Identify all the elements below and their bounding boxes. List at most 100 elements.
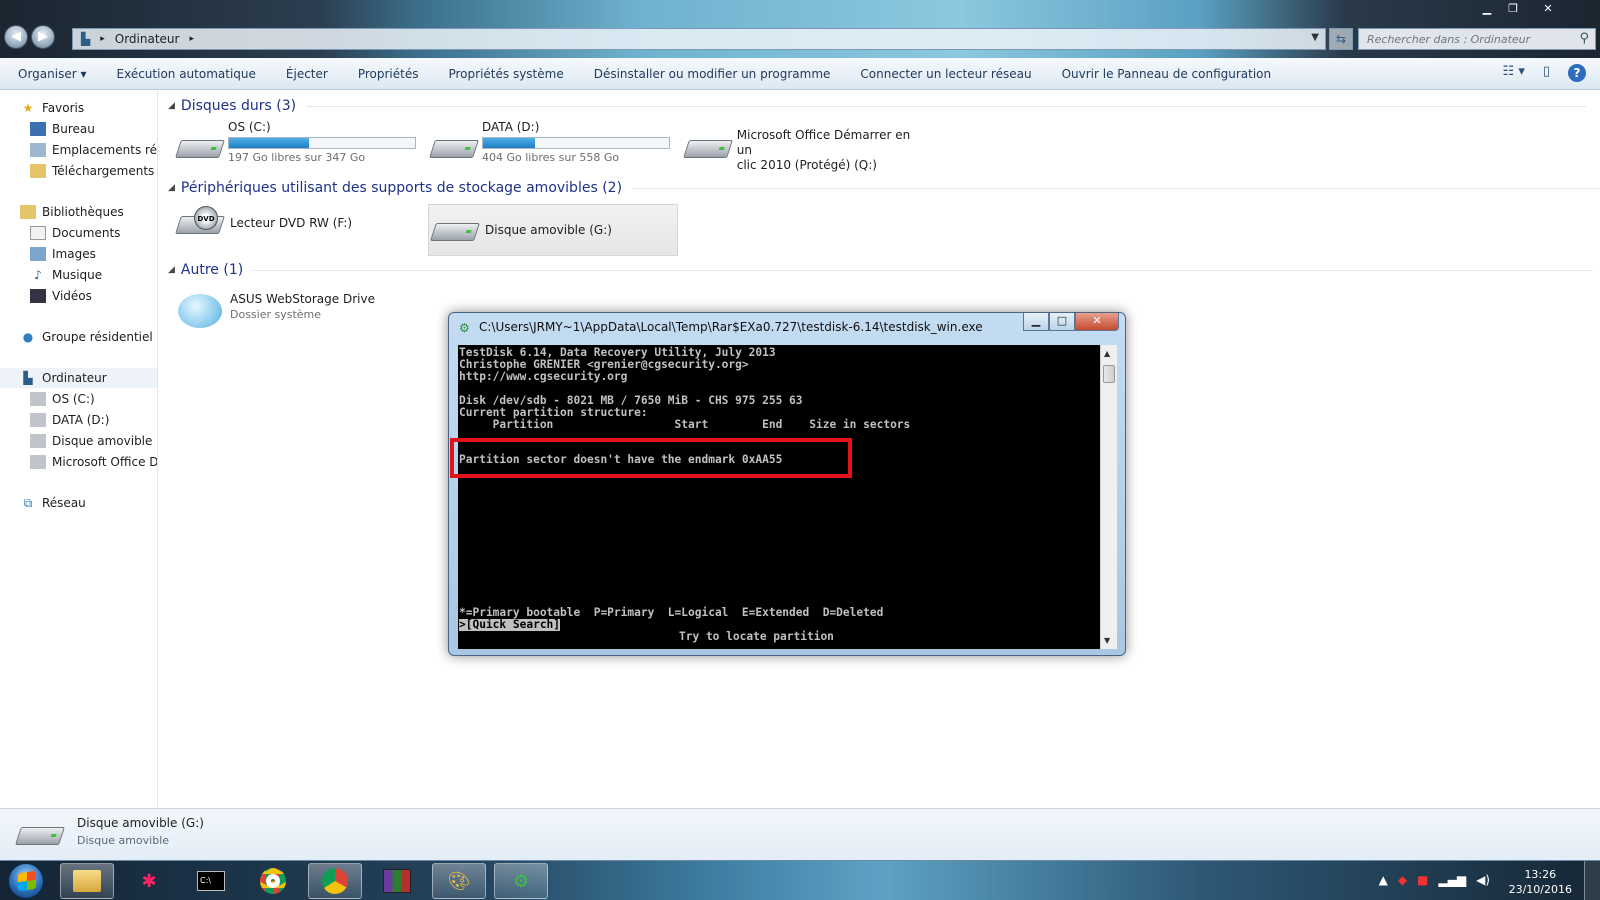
sidebar-item-music[interactable]: ♪ Musique [30, 265, 102, 285]
map-network-drive-button[interactable]: Connecter un lecteur réseau [860, 67, 1031, 81]
forward-button[interactable]: ▶ [31, 25, 55, 49]
search-input[interactable] [1359, 29, 1569, 49]
group-header-hard-disks[interactable]: ◢ Disques durs (3) [168, 98, 1587, 114]
details-pane: Disque amovible (G:) Disque amovible [0, 808, 1600, 860]
chrome-icon [322, 868, 348, 894]
properties-button[interactable]: Propriétés [358, 67, 419, 81]
search-box[interactable]: ⚲ [1358, 28, 1596, 50]
collapse-triangle-icon[interactable]: ◢ [168, 101, 175, 111]
console-scrollbar[interactable]: ▲ ▼ [1100, 345, 1117, 649]
sidebar-item-drive-c[interactable]: OS (C:) [30, 389, 95, 409]
sidebar-item-favorites[interactable]: ★ Favoris [20, 98, 85, 118]
chrome-taskbar-button-2[interactable] [308, 863, 362, 899]
maximize-button[interactable]: ❐ [1500, 0, 1526, 18]
address-bar[interactable]: ▙ ▸ Ordinateur ▸ ▼ [72, 28, 1326, 50]
testdisk-console-window[interactable]: ⚙ C:\Users\JRMY~1\AppData\Local\Temp\Rar… [448, 312, 1126, 656]
sidebar-item-network[interactable]: ⧉ Réseau [20, 493, 86, 513]
windows-logo-icon [18, 870, 36, 892]
group-header-removable[interactable]: ◢ Périphériques utilisant des supports d… [168, 180, 1600, 196]
refresh-button[interactable]: ⇆ [1329, 28, 1353, 50]
drive-item-q[interactable]: Microsoft Office Démarrer en un clic 201… [683, 128, 924, 180]
drive-name: Microsoft Office Démarrer en un [736, 128, 911, 157]
sidebar-item-documents[interactable]: Documents [30, 223, 120, 243]
drive-name-line2: clic 2010 (Protégé) (Q:) [736, 158, 877, 172]
collapse-triangle-icon[interactable]: ◢ [168, 183, 175, 193]
dvd-drive-icon: DVD [175, 206, 225, 240]
console-maximize-button[interactable]: □ [1049, 313, 1075, 331]
sidebar-item-videos[interactable]: Vidéos [30, 286, 92, 306]
hard-drive-icon [30, 455, 46, 469]
chevron-down-icon[interactable]: ▼ [1311, 32, 1319, 43]
drive-item-g[interactable]: Disque amovible (G:) [428, 204, 678, 256]
app-taskbar-button[interactable]: ✱ [122, 863, 176, 899]
breadcrumb-separator: ▸ [189, 34, 195, 44]
search-icon[interactable]: ⚲ [1579, 31, 1589, 46]
testdisk-taskbar-button[interactable]: ⚙ [494, 863, 548, 899]
cmd-taskbar-button[interactable]: C:\ [184, 863, 238, 899]
desktop-icon [30, 122, 46, 136]
chrome-taskbar-button[interactable] [246, 863, 300, 899]
sidebar-item-label: Téléchargements [52, 164, 155, 178]
open-control-panel-button[interactable]: Ouvrir le Panneau de configuration [1062, 67, 1272, 81]
collapse-triangle-icon[interactable]: ◢ [168, 265, 175, 275]
sidebar-item-drive-d[interactable]: DATA (D:) [30, 410, 109, 430]
downloads-folder-icon [30, 164, 46, 178]
drive-item-d[interactable]: DATA (D:) 404 Go libres sur 558 Go [429, 120, 670, 172]
group-divider [306, 105, 1587, 107]
cloud-storage-icon [176, 292, 222, 328]
organize-button[interactable]: Organiser ▾ [18, 67, 87, 81]
console-close-button[interactable]: ✕ [1075, 313, 1119, 331]
paint-taskbar-button[interactable]: 🎨︎ [432, 863, 486, 899]
sidebar-item-images[interactable]: Images [30, 244, 96, 264]
sidebar-item-homegroup[interactable]: ● Groupe résidentiel [20, 327, 153, 347]
scroll-down-icon[interactable]: ▼ [1104, 636, 1110, 645]
quick-search-menu-option[interactable]: >[Quick Search] [459, 619, 561, 631]
sidebar-item-label: Réseau [42, 496, 86, 510]
console-minimize-button[interactable]: ▁ [1023, 313, 1049, 331]
drive-free-space: 197 Go libres sur 347 Go [228, 151, 366, 164]
sidebar-item-computer[interactable]: ▙ Ordinateur [0, 368, 157, 388]
volume-icon[interactable]: ◀) [1476, 873, 1490, 887]
clock[interactable]: 13:26 23/10/2016 [1509, 867, 1572, 897]
drive-item-asus[interactable]: ASUS WebStorage Drive Dossier système [176, 288, 436, 340]
sidebar-item-desktop[interactable]: Bureau [30, 119, 95, 139]
drive-item-f[interactable]: DVD Lecteur DVD RW (F:) [175, 206, 416, 258]
scroll-up-icon[interactable]: ▲ [1104, 349, 1110, 358]
group-header-other[interactable]: ◢ Autre (1) [168, 262, 1594, 278]
breadcrumb-separator: ▸ [100, 34, 105, 44]
sidebar-item-libraries[interactable]: Bibliothèques [20, 202, 124, 222]
explorer-taskbar-button[interactable] [60, 863, 114, 899]
testdisk-icon: ⚙ [512, 870, 530, 892]
minimize-button[interactable]: ▁ [1474, 0, 1500, 18]
music-icon: ♪ [34, 268, 42, 282]
eject-button[interactable]: Éjecter [286, 67, 328, 81]
close-button[interactable]: ✕ [1526, 0, 1570, 18]
preview-pane-icon[interactable]: ▯ [1543, 64, 1550, 82]
system-properties-button[interactable]: Propriétés système [448, 67, 563, 81]
show-desktop-button[interactable] [1584, 861, 1600, 900]
sidebar-item-downloads[interactable]: Téléchargements [30, 161, 154, 181]
help-icon[interactable]: ? [1568, 64, 1586, 82]
start-button[interactable] [8, 863, 44, 899]
console-output[interactable]: TestDisk 6.14, Data Recovery Utility, Ju… [450, 345, 1100, 649]
show-hidden-icons-icon[interactable]: ▲ [1379, 873, 1388, 887]
breadcrumb-ordinateur[interactable]: Ordinateur [115, 32, 180, 46]
security-icon[interactable]: ■ [1417, 873, 1428, 887]
view-options-icon[interactable]: ☷ ▾ [1503, 64, 1525, 82]
winrar-taskbar-button[interactable] [370, 863, 424, 899]
back-button[interactable]: ◀ [4, 25, 28, 49]
group-divider [253, 269, 1594, 271]
drive-item-c[interactable]: OS (C:) 197 Go libres sur 347 Go [175, 120, 416, 172]
sidebar-item-label: Musique [52, 268, 103, 282]
sidebar-item-recent-places[interactable]: Emplacements récents [30, 140, 157, 160]
antivirus-icon[interactable]: ◆ [1398, 873, 1407, 887]
autoplay-button[interactable]: Exécution automatique [117, 67, 256, 81]
network-signal-icon[interactable]: ▂▄▆ [1438, 873, 1466, 887]
scrollbar-thumb[interactable] [1103, 365, 1115, 383]
uninstall-program-button[interactable]: Désinstaller ou modifier un programme [594, 67, 831, 81]
command-prompt-icon: C:\ [197, 871, 225, 891]
drive-name: OS (C:) [228, 120, 271, 134]
sidebar-item-drive-q[interactable]: Microsoft Office Démarrer en un clic 201… [30, 452, 157, 472]
sidebar-item-drive-g[interactable]: Disque amovible (G:) [30, 431, 157, 451]
sidebar-item-label: Disque amovible (G:) [52, 434, 157, 448]
